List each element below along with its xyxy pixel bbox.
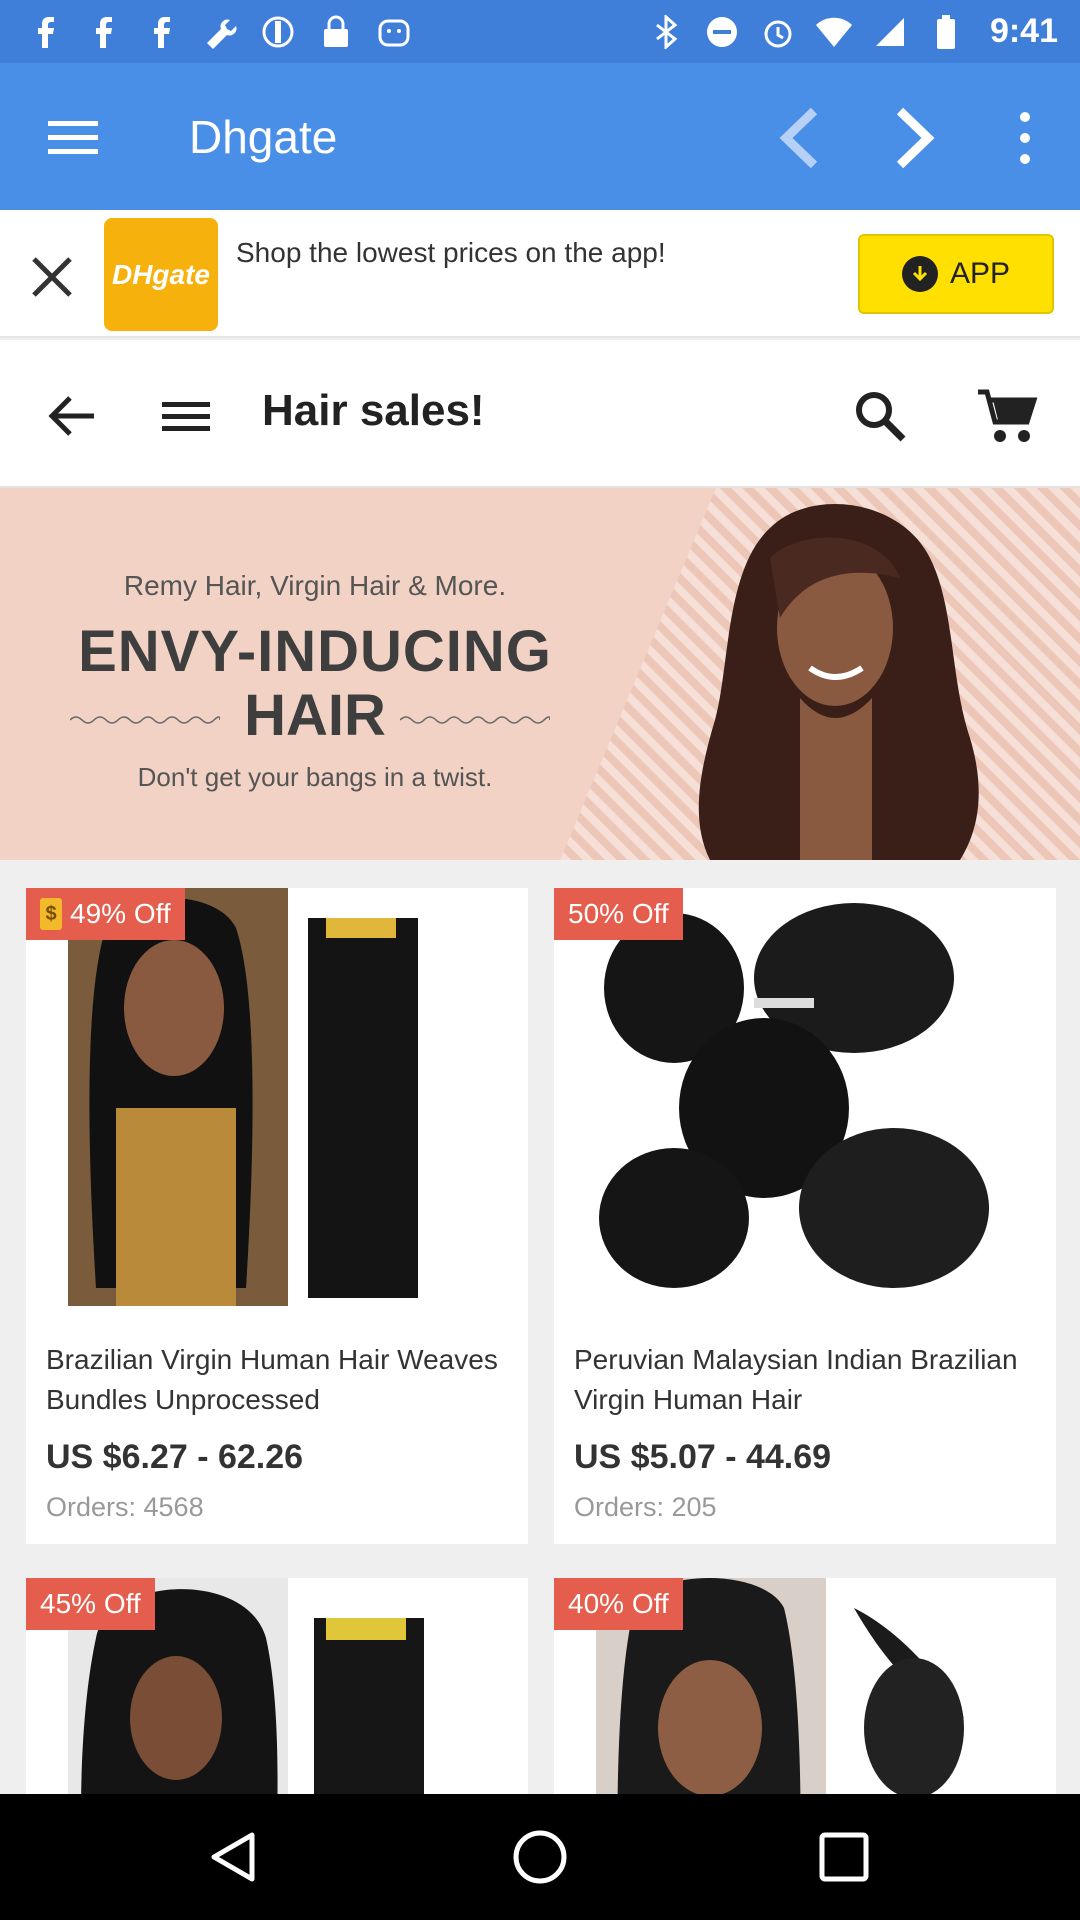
do-not-disturb-icon — [704, 14, 740, 50]
hero-tagline: Don't get your bangs in a twist. — [137, 762, 493, 792]
chevron-left-icon[interactable] — [768, 103, 838, 173]
close-icon[interactable] — [28, 253, 76, 301]
facebook-icon — [144, 14, 180, 50]
product-card[interactable]: 50% Off Peruvian Malaysian Indian Brazil… — [554, 888, 1056, 1544]
status-time: 9:41 — [989, 12, 1058, 50]
download-icon — [901, 256, 938, 292]
product-orders: Orders: 4568 — [46, 1492, 204, 1522]
signal-icon — [872, 14, 908, 50]
logo-text: DHgate — [111, 258, 210, 290]
product-card[interactable]: 45% Off — [26, 1578, 528, 1794]
menu-icon[interactable] — [43, 107, 103, 167]
settings-icon — [260, 14, 296, 50]
discount-label: 50% Off — [568, 898, 669, 929]
discount-badge: 50% Off — [554, 888, 683, 940]
product-image — [554, 888, 1056, 1320]
android-icon — [376, 14, 412, 50]
discount-badge: 40% Off — [554, 1578, 683, 1630]
hero-banner[interactable]: Remy Hair, Virgin Hair & More. ENVY-INDU… — [0, 488, 1080, 860]
wrench-icon — [202, 14, 238, 50]
nav-recents-icon[interactable] — [814, 1827, 874, 1887]
discount-label: 45% Off — [40, 1588, 141, 1619]
promo-text: Shop the lowest prices on the app! — [236, 237, 666, 268]
bluetooth-icon — [648, 14, 684, 50]
wifi-icon — [815, 14, 852, 50]
hamburger-menu-icon[interactable] — [160, 390, 212, 442]
alarm-icon — [760, 14, 796, 50]
discount-badge: 45% Off — [26, 1578, 155, 1630]
page-header: Hair sales! — [0, 340, 1080, 488]
nav-home-icon[interactable] — [510, 1827, 570, 1887]
coupon-icon: $ — [40, 898, 62, 930]
hero-subtitle: Remy Hair, Virgin Hair & More. — [123, 570, 507, 601]
facebook-icon — [86, 14, 122, 50]
product-name: Brazilian Virgin Human Hair Weaves Bundl… — [46, 1344, 498, 1415]
more-vert-icon[interactable] — [1000, 103, 1050, 173]
search-icon[interactable] — [852, 388, 908, 444]
product-card[interactable]: 40% Off — [554, 1578, 1056, 1794]
battery-icon — [928, 14, 964, 50]
dhgate-logo: DHgate — [104, 218, 218, 331]
product-card[interactable]: $ 49% Off Brazilian Virgin Human Hair We… — [26, 888, 528, 1544]
lock-icon — [318, 14, 354, 50]
chevron-right-icon[interactable] — [878, 103, 948, 173]
status-bar: 9:41 — [0, 0, 1080, 63]
app-title: Dhgate — [189, 110, 338, 163]
discount-label: 40% Off — [568, 1588, 669, 1619]
decorative-wave — [400, 716, 550, 724]
discount-label: 49% Off — [70, 898, 171, 929]
app-download-button[interactable]: APP — [858, 234, 1054, 314]
product-price: US $5.07 - 44.69 — [574, 1438, 832, 1476]
facebook-icon — [28, 14, 64, 50]
app-bar: Dhgate — [0, 63, 1080, 210]
product-name: Peruvian Malaysian Indian Brazilian Virg… — [574, 1344, 1018, 1415]
product-image — [26, 888, 528, 1320]
arrow-back-icon[interactable] — [46, 390, 98, 442]
product-price: US $6.27 - 62.26 — [46, 1438, 304, 1476]
page-title: Hair sales! — [262, 386, 485, 435]
app-download-banner: DHgate Shop the lowest prices on the app… — [0, 210, 1080, 338]
hero-headline-line1: ENVY-INDUCING — [78, 619, 552, 684]
hero-model-image — [698, 504, 979, 860]
cart-icon[interactable] — [976, 386, 1038, 448]
app-button-label: APP — [949, 257, 1011, 290]
discount-badge: $ 49% Off — [26, 888, 185, 940]
system-navigation-bar — [0, 1794, 1080, 1920]
nav-back-icon[interactable] — [206, 1827, 266, 1887]
product-orders: Orders: 205 — [574, 1492, 717, 1522]
